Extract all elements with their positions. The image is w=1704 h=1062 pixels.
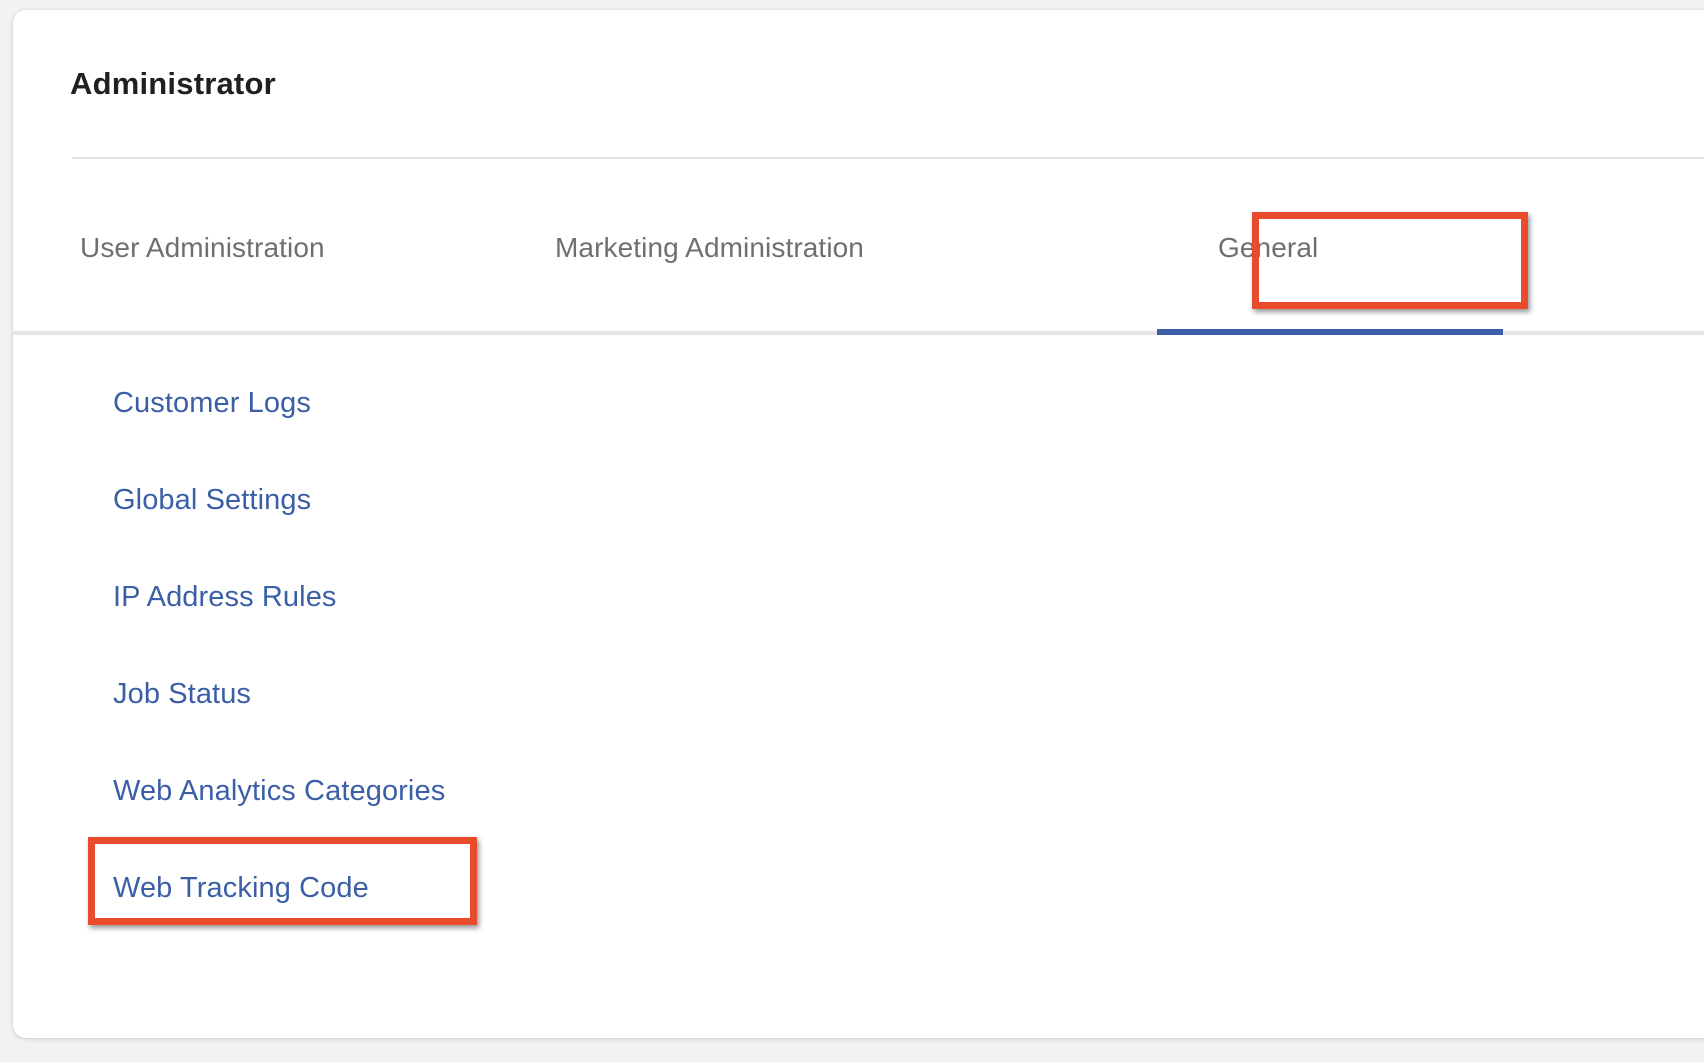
link-web-analytics-categories[interactable]: Web Analytics Categories [113,774,445,808]
link-web-tracking-code[interactable]: Web Tracking Code [113,871,369,905]
tab-marketing-administration[interactable]: Marketing Administration [555,232,864,264]
tab-user-administration[interactable]: User Administration [80,232,325,264]
page-title: Administrator [70,66,276,102]
link-customer-logs[interactable]: Customer Logs [113,386,311,420]
administrator-card: Administrator User Administration Market… [13,10,1704,1038]
active-tab-indicator [1157,329,1503,335]
link-ip-address-rules[interactable]: IP Address Rules [113,580,337,614]
header-divider [72,157,1704,159]
tab-bar: User Administration Marketing Administra… [13,190,1704,332]
link-global-settings[interactable]: Global Settings [113,483,311,517]
link-job-status[interactable]: Job Status [113,677,251,711]
tab-general[interactable]: General [1218,232,1318,264]
